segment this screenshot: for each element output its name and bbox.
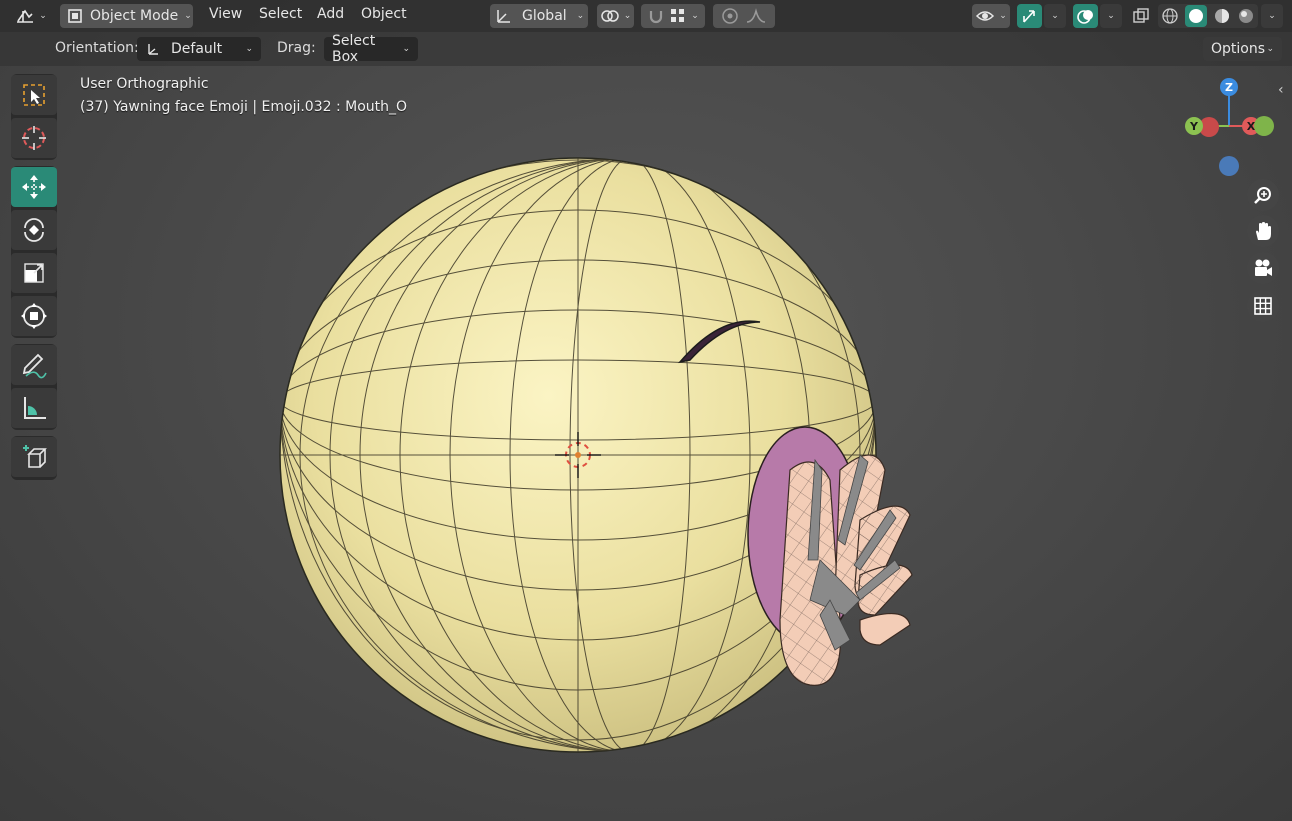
material-shading-icon[interactable] — [1213, 7, 1231, 25]
camera-view-button[interactable] — [1247, 252, 1279, 284]
proportional-edit-group — [713, 4, 775, 28]
menu-add[interactable]: Add — [317, 6, 344, 22]
transform-icon — [21, 303, 47, 329]
overlay-toggle[interactable] — [1073, 4, 1098, 28]
tool-measure[interactable] — [11, 388, 57, 428]
add-cube-icon — [23, 445, 47, 468]
wireframe-shading-icon[interactable] — [1161, 7, 1179, 25]
scale-icon — [24, 263, 44, 283]
options-dropdown[interactable]: Options ⌄ — [1203, 37, 1282, 61]
axis-y-label: Y — [1189, 120, 1199, 133]
tool-scale[interactable] — [11, 253, 57, 293]
xray-toggle[interactable] — [1128, 4, 1154, 28]
orientation-setting-dropdown[interactable]: Default ⌄ — [137, 37, 261, 61]
solid-shading-button[interactable] — [1185, 5, 1207, 27]
cursor-icon — [22, 126, 46, 150]
measure-icon — [24, 397, 46, 419]
tool-settings-bar: Orientation: Default ⌄ Drag: Select Box … — [0, 32, 1292, 66]
pivot-link-icon — [600, 10, 619, 22]
zoom-icon — [1254, 187, 1271, 204]
ortho-toggle-button[interactable] — [1247, 290, 1279, 322]
sidebar-toggle-icon[interactable]: ‹ — [1278, 82, 1292, 102]
viewport-header: ⌄ Object Mode ⌄ View Select Add Object G… — [0, 0, 1292, 32]
options-label: Options — [1211, 41, 1266, 57]
shading-modes — [1158, 4, 1258, 28]
menu-view[interactable]: View — [209, 6, 242, 22]
scene-render — [279, 157, 913, 753]
gizmo-dropdown[interactable]: ⌄ — [1044, 4, 1066, 28]
xray-icon — [1133, 8, 1149, 23]
camera-icon — [1255, 259, 1272, 276]
snap-magnet-icon[interactable] — [647, 7, 665, 25]
gizmo-toggle[interactable] — [1017, 4, 1042, 28]
proportional-edit-icon[interactable] — [721, 7, 739, 25]
editor-type-button[interactable]: ⌄ — [12, 4, 50, 28]
pivot-point-dropdown[interactable]: ⌄ — [597, 4, 634, 28]
orientation-gizmo-icon — [148, 44, 158, 55]
tool-select-box[interactable] — [11, 75, 57, 115]
editor-type-icon — [17, 9, 34, 23]
view-name: User Orthographic — [80, 76, 209, 92]
rendered-shading-icon[interactable] — [1237, 7, 1255, 25]
solid-shading-icon — [1189, 9, 1203, 23]
menu-select[interactable]: Select — [259, 6, 302, 22]
axis-neg-z — [1219, 156, 1239, 176]
axis-neg-y — [1254, 116, 1274, 136]
select-box-icon — [23, 84, 45, 106]
visibility-dropdown[interactable]: ⌄ — [972, 4, 1010, 28]
object-info: (37) Yawning face Emoji | Emoji.032 : Mo… — [80, 99, 408, 115]
shading-dropdown[interactable]: ⌄ — [1261, 4, 1283, 28]
snap-group: ⌄ — [641, 4, 705, 28]
overlay-circles-icon — [1076, 10, 1093, 24]
transform-orientation-dropdown[interactable]: Global ⌄ — [490, 4, 588, 28]
tool-transform[interactable] — [11, 296, 57, 336]
rotate-icon — [24, 218, 44, 242]
tool-add-cube[interactable] — [11, 437, 57, 477]
mode-label: Object Mode — [90, 8, 179, 24]
zoom-button[interactable] — [1247, 179, 1279, 211]
gizmo-arrow-icon — [1022, 10, 1035, 23]
drag-setting-dropdown[interactable]: Select Box ⌄ — [324, 33, 418, 65]
orientation-axes-icon — [497, 10, 510, 23]
move-icon — [22, 175, 46, 199]
mode-dropdown[interactable]: Object Mode ⌄ — [60, 4, 193, 28]
orientation-setting-label: Orientation: — [55, 40, 139, 56]
pan-button[interactable] — [1247, 215, 1279, 247]
falloff-curve-icon[interactable] — [745, 7, 767, 25]
drag-setting-label: Drag: — [277, 40, 316, 56]
overlay-dropdown[interactable]: ⌄ — [1100, 4, 1122, 28]
axis-x-label: X — [1247, 120, 1256, 133]
hand-mesh — [779, 454, 913, 686]
drag-setting-value: Select Box — [332, 33, 376, 65]
object-mode-icon — [68, 9, 82, 23]
orientation-setting-value: Default — [171, 41, 223, 57]
tool-annotate[interactable] — [11, 345, 57, 385]
eye-icon — [976, 11, 995, 21]
tool-rotate[interactable] — [11, 210, 57, 250]
tool-cursor[interactable] — [11, 118, 57, 158]
navigation-gizmo[interactable]: Z Y X — [1176, 72, 1286, 182]
grid-icon — [1254, 297, 1272, 315]
orientation-label: Global — [522, 8, 567, 24]
menu-object[interactable]: Object — [361, 6, 407, 22]
axis-z-label: Z — [1225, 81, 1233, 94]
annotate-icon — [22, 353, 47, 379]
3d-viewport[interactable]: ⌄ Object Mode ⌄ View Select Add Object G… — [0, 0, 1292, 821]
snap-grid-icon[interactable] — [669, 7, 687, 25]
pan-hand-icon — [1256, 222, 1271, 240]
tool-move[interactable] — [11, 167, 57, 207]
